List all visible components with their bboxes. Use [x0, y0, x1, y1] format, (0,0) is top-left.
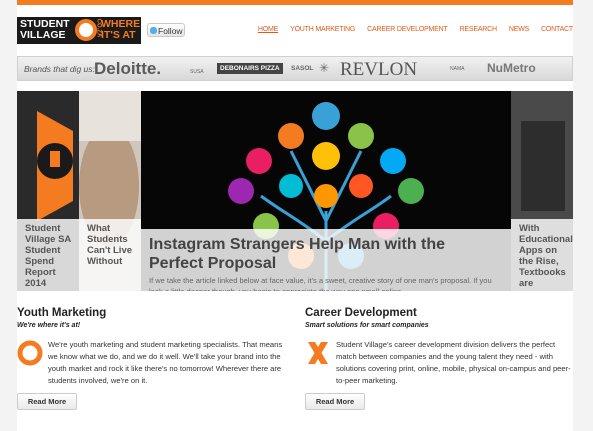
nav-research[interactable]: RESEARCH — [460, 26, 497, 33]
x-mark-icon — [308, 342, 328, 364]
slide-cant-live-without[interactable]: What Students Can't Live Without — [79, 91, 141, 291]
nav-youth-marketing[interactable]: YOUTH MARKETING — [290, 26, 355, 33]
student-village-logo[interactable]: STUDENT VILLAGE CO.ZA WHERE IT'S AT — [17, 17, 141, 44]
youth-read-more-button[interactable]: Read More — [17, 393, 77, 410]
slide-main-title[interactable]: Instagram Strangers Help Man with the Pe… — [141, 229, 511, 275]
twitter-bird-icon — [150, 27, 157, 34]
featured-slider: Student Village SA Student Spend Report … — [17, 91, 573, 291]
follow-label: Follow — [158, 26, 183, 36]
career-read-more-button[interactable]: Read More — [305, 393, 365, 410]
nav-home[interactable]: HOME — [258, 26, 278, 33]
nav-career-development[interactable]: CAREER DEVELOPMENT — [367, 26, 448, 33]
main-navigation: HOME YOUTH MARKETING CAREER DEVELOPMENT … — [258, 26, 573, 33]
slide-educational-apps[interactable]: With Educational Apps on the Rise, Textb… — [511, 91, 573, 291]
brand-nama: NAMA — [450, 66, 465, 72]
logo-text-right: WHERE IT'S AT — [101, 18, 141, 41]
nav-news[interactable]: NEWS — [509, 26, 529, 33]
brand-revlon: REVLON — [340, 59, 418, 80]
logo-ring-icon — [75, 19, 97, 41]
slide-instagram-proposal-caption: Instagram Strangers Help Man with the Pe… — [141, 229, 511, 291]
slide-spend-report-caption: Student Village SA Student Spend Report … — [17, 219, 79, 291]
nav-contact[interactable]: CONTACT — [541, 26, 573, 33]
brand-debonairs: DEBONAIRS PIZZA — [217, 63, 283, 74]
slide-educational-apps-caption: With Educational Apps on the Rise, Textb… — [511, 219, 573, 291]
brand-deloitte: Deloitte. — [94, 59, 162, 78]
brand-sasol: SASOL — [291, 65, 314, 72]
brands-strip: Brands that dig us: Deloitte. SUSA DEBON… — [17, 56, 573, 81]
career-development-section: Career Development Smart solutions for s… — [305, 307, 575, 387]
page: STUDENT VILLAGE CO.ZA WHERE IT'S AT Follow… — [17, 5, 573, 431]
target-ring-icon — [17, 340, 43, 366]
logo-text-left: STUDENT VILLAGE — [20, 18, 70, 41]
brand-susa: SUSA — [190, 69, 204, 75]
slide-cant-live-without-caption: What Students Can't Live Without — [79, 219, 141, 291]
youth-marketing-subtitle: We're where it's at! — [17, 322, 81, 329]
youth-marketing-body: We're youth marketing and student market… — [17, 339, 287, 387]
slide-main-description: If we take the article linked below at f… — [149, 276, 492, 291]
slide-spend-report[interactable]: Student Village SA Student Spend Report … — [17, 91, 79, 291]
slide-instagram-proposal[interactable]: Instagram Strangers Help Man with the Pe… — [141, 91, 511, 291]
youth-marketing-section: Youth Marketing We're where it's at! We'… — [17, 307, 287, 387]
career-development-title[interactable]: Career Development — [305, 307, 575, 319]
twitter-follow-button[interactable]: Follow — [147, 23, 185, 37]
youth-marketing-title[interactable]: Youth Marketing — [17, 307, 287, 319]
brand-star-icon: ✳ — [319, 61, 330, 75]
career-development-body: Student Village's career development div… — [305, 339, 575, 387]
brand-numetro: NuMetro — [487, 61, 536, 75]
career-development-subtitle: Smart solutions for smart companies — [305, 322, 429, 329]
brands-label: Brands that dig us: — [24, 64, 95, 74]
